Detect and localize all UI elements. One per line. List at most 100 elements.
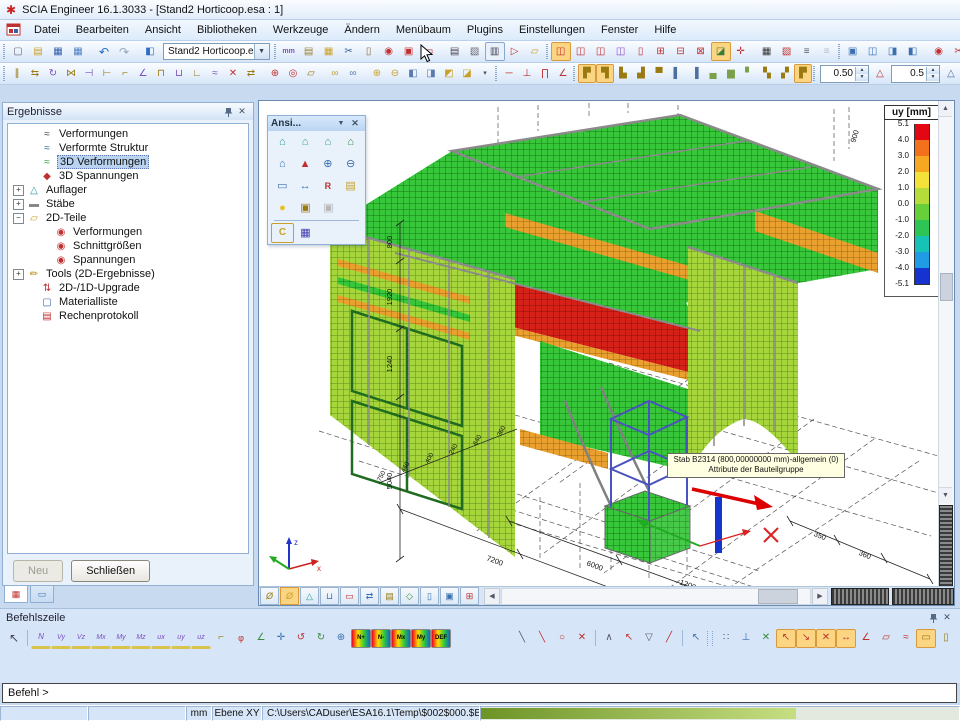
- undo-icon[interactable]: ↶: [94, 42, 114, 61]
- view-top-icon[interactable]: ⌂: [271, 132, 294, 152]
- mesh-setup-icon[interactable]: ◫: [611, 42, 631, 61]
- result-n-icon[interactable]: N: [31, 628, 51, 649]
- check-data-icon[interactable]: ◫: [591, 42, 611, 61]
- unlink-members-icon[interactable]: ∞: [344, 64, 362, 83]
- units-mm-cm-icon[interactable]: mm: [279, 42, 299, 61]
- draw-section-icon[interactable]: ∏: [536, 64, 554, 83]
- snap-vertex-icon[interactable]: ∧: [599, 629, 619, 648]
- menu-item-ändern[interactable]: Ändern: [336, 22, 387, 38]
- render-outline-icon[interactable]: Ø: [260, 587, 279, 605]
- print-preview-icon[interactable]: ▧: [465, 42, 485, 61]
- result-phi-y-icon[interactable]: ∠: [251, 629, 271, 648]
- connect-members-icon[interactable]: ◫: [571, 42, 591, 61]
- break-member-icon[interactable]: ∠: [134, 64, 152, 83]
- diagram-n-minus-icon[interactable]: N-: [371, 629, 391, 648]
- toolbar-grip[interactable]: [274, 44, 276, 59]
- paste-contents-icon[interactable]: ◨: [422, 64, 440, 83]
- scroll-right-icon[interactable]: ▶: [812, 588, 828, 605]
- show-labels-icon[interactable]: ▭: [340, 587, 359, 605]
- diagram-mx-icon[interactable]: Mx: [391, 629, 411, 648]
- result-rotation-ccw-icon[interactable]: ↺: [291, 629, 311, 648]
- toolbar-grip[interactable]: [813, 66, 815, 81]
- grid-snap-icon[interactable]: ∷: [716, 629, 736, 648]
- autodesign-icon[interactable]: ✛: [731, 42, 751, 61]
- render-filled-icon[interactable]: Ø: [280, 587, 299, 605]
- spin-down-icon[interactable]: ▼: [856, 74, 868, 81]
- annotate-document-icon[interactable]: ▱: [525, 42, 545, 61]
- toolbar-grip[interactable]: [3, 66, 5, 81]
- close-panel-icon[interactable]: ✕: [235, 105, 249, 118]
- view-surfaces-icon[interactable]: ▛: [578, 64, 596, 83]
- result-vz-icon[interactable]: Vz: [71, 628, 91, 649]
- scroll-up-icon[interactable]: ▲: [939, 101, 952, 117]
- curve-edit-icon[interactable]: ≈: [206, 64, 224, 83]
- result-my-icon[interactable]: My: [111, 628, 131, 649]
- gallery-icon[interactable]: ▣: [399, 42, 419, 61]
- tree-item[interactable]: ◆ 3D Spannungen: [8, 169, 248, 183]
- zoom-out-icon[interactable]: ⊖: [339, 154, 362, 174]
- diagram-my-icon[interactable]: My: [411, 629, 431, 648]
- view-transparent-icon[interactable]: ▟: [632, 64, 650, 83]
- view-local-axes-icon[interactable]: ▞: [776, 64, 794, 83]
- rotate-member-icon[interactable]: ↻: [44, 64, 62, 83]
- view-rendering-icon[interactable]: ▜: [596, 64, 614, 83]
- send-document-icon[interactable]: ▷: [505, 42, 525, 61]
- clipboard-icon[interactable]: ▯: [359, 42, 379, 61]
- scroll-left-icon[interactable]: ◀: [484, 588, 500, 605]
- chamfer-icon[interactable]: ∟: [188, 64, 206, 83]
- tree-item[interactable]: ▢ Materialliste: [8, 295, 248, 309]
- toolbar-grip[interactable]: [546, 44, 548, 59]
- result-phi-x-icon[interactable]: φ: [231, 629, 251, 648]
- tree-item[interactable]: ⇅ 2D-/1D-Upgrade: [8, 281, 248, 295]
- extend-member-icon[interactable]: ⌐: [116, 64, 134, 83]
- tree-expander-icon[interactable]: +: [13, 269, 24, 280]
- view-axonometric-icon[interactable]: ⌂: [339, 132, 362, 152]
- view-member-axes-icon[interactable]: ▚: [758, 64, 776, 83]
- snap-node-icon[interactable]: ↘: [796, 629, 816, 648]
- tree-expander-icon[interactable]: +: [13, 185, 24, 196]
- tree-expander-icon[interactable]: −: [13, 213, 24, 224]
- snap-dot-line-icon[interactable]: ╱: [659, 629, 679, 648]
- menu-item-fenster[interactable]: Fenster: [593, 22, 646, 38]
- spin-up-icon[interactable]: ▲: [856, 67, 868, 74]
- select-cursor-icon[interactable]: ↖: [4, 629, 24, 648]
- view-side-icon[interactable]: ⌂: [317, 132, 340, 152]
- diagram-n-plus-icon[interactable]: N+: [351, 629, 371, 648]
- add-node-icon[interactable]: ⊕: [266, 64, 284, 83]
- zoom-all-icon[interactable]: ↔: [294, 176, 317, 196]
- check-structure-icon[interactable]: ◫: [551, 42, 571, 61]
- new-project-icon[interactable]: ▢: [8, 42, 28, 61]
- snap-circle-icon[interactable]: ○: [552, 629, 572, 648]
- tree-item[interactable]: − ▱ 2D-Teile: [8, 211, 248, 225]
- view-loads-icon[interactable]: ▐: [686, 64, 704, 83]
- hidden-calculation-icon[interactable]: ⊟: [671, 42, 691, 61]
- result-uy-icon[interactable]: uy: [171, 628, 191, 649]
- camera-restore-icon[interactable]: ▣: [317, 198, 340, 218]
- copy-all-properties-icon[interactable]: ◩: [440, 64, 458, 83]
- close-panel-icon[interactable]: ✕: [940, 611, 954, 624]
- view-parameters-icon[interactable]: ▛: [794, 64, 812, 83]
- toolbar-grip[interactable]: [3, 44, 5, 59]
- origin-snap-icon[interactable]: ✕: [756, 629, 776, 648]
- toolbar-grip[interactable]: [573, 66, 575, 81]
- toolbar-grip[interactable]: [707, 631, 713, 646]
- deformation-scale-input[interactable]: 0.50 ▲▼: [820, 65, 869, 83]
- calc-report-icon[interactable]: ≡: [797, 42, 817, 61]
- open-project-icon[interactable]: ▤: [28, 42, 48, 61]
- cursor-settings-icon[interactable]: ↖: [686, 629, 706, 648]
- redo-icon[interactable]: ↷: [114, 42, 134, 61]
- tree-item[interactable]: + ▬ Stäbe: [8, 197, 248, 211]
- scroll-down-icon[interactable]: ▼: [939, 487, 952, 503]
- show-cross-sections-icon[interactable]: ▤: [380, 587, 399, 605]
- show-names-icon[interactable]: ▯: [420, 587, 439, 605]
- view-3d-window-icon[interactable]: ▦: [294, 223, 317, 243]
- pin-icon[interactable]: [221, 105, 235, 118]
- mirror-member-icon[interactable]: ⋈: [62, 64, 80, 83]
- view-grid-icon[interactable]: ▘: [740, 64, 758, 83]
- tree-item[interactable]: ≈ Verformungen: [8, 127, 248, 141]
- calculation-icon[interactable]: ⊞: [651, 42, 671, 61]
- result-node-icon[interactable]: ✛: [271, 629, 291, 648]
- tab-layers[interactable]: ▭: [30, 586, 54, 603]
- trim-member-icon[interactable]: ⊢: [98, 64, 116, 83]
- smooth-results-icon[interactable]: △: [942, 64, 960, 83]
